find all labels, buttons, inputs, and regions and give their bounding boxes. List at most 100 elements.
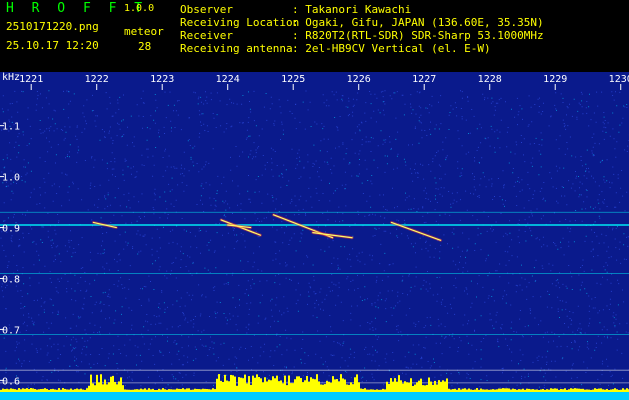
activity-bar: [362, 388, 364, 392]
activity-bar: [620, 389, 622, 392]
freq-tick-label: 1.0: [2, 173, 20, 184]
activity-bar: [306, 375, 308, 392]
activity-bar: [554, 388, 556, 392]
activity-bar: [284, 375, 286, 392]
activity-bar: [568, 389, 570, 392]
activity-bar: [514, 389, 516, 392]
activity-bar: [576, 388, 578, 392]
activity-bar: [134, 389, 136, 392]
activity-bar: [626, 388, 628, 392]
activity-bar: [486, 389, 488, 392]
activity-bar: [548, 389, 550, 392]
activity-bar: [90, 374, 92, 392]
activity-bar: [8, 389, 10, 392]
activity-bar: [304, 380, 306, 392]
activity-bar: [516, 389, 518, 392]
time-tick-label: 1221: [19, 74, 43, 85]
time-tick-label: 1223: [150, 74, 174, 85]
hrofft-window: H R O F F T 1.0.0 2510171220.png 25.10.1…: [0, 0, 629, 400]
activity-bar: [550, 388, 552, 392]
activity-bar: [418, 380, 420, 392]
activity-bar: [488, 389, 490, 392]
activity-bar: [118, 381, 120, 392]
info-header: H R O F F T 1.0.0 2510171220.png 25.10.1…: [0, 0, 629, 72]
activity-bar: [314, 379, 316, 392]
activity-bar: [296, 376, 298, 392]
activity-bar: [534, 389, 536, 392]
activity-bar: [114, 381, 116, 392]
freq-tick-label: 1.1: [2, 122, 20, 133]
activity-bar: [448, 388, 450, 392]
activity-bar: [174, 389, 176, 392]
activity-bar: [290, 383, 292, 392]
activity-bar: [224, 374, 226, 392]
activity-bar: [356, 374, 358, 392]
activity-bar: [220, 380, 222, 392]
activity-bar: [42, 388, 44, 392]
activity-bar: [422, 385, 424, 392]
activity-bar: [500, 388, 502, 392]
activity-bar: [332, 376, 334, 392]
activity-bar: [458, 388, 460, 392]
activity-bar: [158, 388, 160, 392]
activity-bar: [148, 388, 150, 392]
activity-bar: [328, 381, 330, 392]
activity-bar: [532, 389, 534, 392]
activity-bar: [300, 378, 302, 392]
activity-bar: [426, 384, 428, 392]
time-tick-label: 1229: [543, 74, 567, 85]
frequency-unit-label: kHz: [2, 72, 21, 83]
activity-bar: [324, 384, 326, 392]
activity-bar: [178, 388, 180, 392]
activity-bar: [30, 388, 32, 392]
activity-bar: [136, 389, 138, 392]
activity-bar: [40, 389, 42, 392]
activity-bar: [156, 389, 158, 392]
activity-bar: [106, 384, 108, 392]
activity-bar: [420, 378, 422, 392]
activity-bar: [478, 389, 480, 392]
activity-bar: [556, 388, 558, 392]
activity-bar: [502, 388, 504, 392]
activity-bar: [32, 388, 34, 392]
activity-bar: [578, 388, 580, 392]
activity-bar: [70, 388, 72, 392]
activity-bar: [46, 388, 48, 392]
activity-bar: [0, 389, 2, 392]
activity-bar: [270, 380, 272, 392]
freq-tick-label: 0.7: [2, 325, 20, 336]
activity-bar: [62, 388, 64, 392]
activity-bar: [246, 383, 248, 392]
activity-bar: [12, 388, 14, 392]
activity-bar: [410, 378, 412, 392]
activity-bar: [64, 388, 66, 392]
location-label: Receiving Location: [180, 16, 300, 29]
activity-bar: [22, 388, 24, 392]
activity-bar: [460, 389, 462, 392]
activity-bar: [524, 389, 526, 392]
activity-bar: [446, 378, 448, 392]
activity-bar: [182, 388, 184, 392]
activity-bar: [14, 389, 16, 392]
activity-bar: [318, 381, 320, 392]
activity-bar: [88, 385, 90, 392]
activity-bar: [266, 381, 268, 392]
activity-bar: [122, 385, 124, 392]
activity-bar: [558, 389, 560, 392]
activity-bar: [334, 379, 336, 392]
app-version: 1.0.0: [124, 3, 155, 14]
receiver-label: Receiver: [180, 29, 233, 42]
activity-bar: [72, 389, 74, 392]
activity-bar: [330, 382, 332, 392]
activity-bar: [138, 389, 140, 392]
activity-bar: [400, 380, 402, 392]
activity-bar: [228, 381, 230, 392]
activity-bar: [436, 384, 438, 392]
activity-bar: [432, 384, 434, 392]
activity-bar: [336, 379, 338, 392]
activity-bar: [100, 374, 102, 392]
activity-bar: [438, 380, 440, 392]
activity-bar: [298, 376, 300, 392]
activity-bar: [552, 388, 554, 392]
activity-bar: [52, 388, 54, 392]
